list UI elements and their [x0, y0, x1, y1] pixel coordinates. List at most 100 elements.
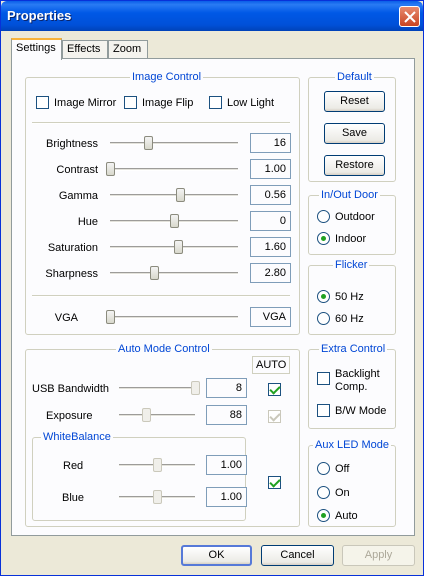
flicker-legend: Flicker — [333, 259, 370, 271]
comp-label: Comp. — [335, 381, 368, 393]
ok-button[interactable]: OK — [181, 545, 252, 566]
slider-thumb[interactable] — [141, 408, 151, 422]
outdoor-label: Outdoor — [335, 211, 375, 223]
brightness-label: Brightness — [46, 138, 98, 150]
auto-header: AUTO — [252, 356, 291, 374]
contrast-value: 1.00 — [250, 159, 291, 179]
inout-door-legend: In/Out Door — [319, 189, 380, 201]
sharpness-slider[interactable] — [106, 263, 242, 283]
slider-thumb[interactable] — [191, 381, 200, 395]
exposure-auto-checkbox[interactable] — [268, 410, 281, 423]
slider-thumb[interactable] — [106, 310, 115, 324]
inout-door-group: In/Out Door Outdoor Indoor — [308, 189, 396, 255]
brightness-slider[interactable] — [106, 133, 242, 153]
auto-mode-group: Auto Mode Control AUTO USB Bandwidth 8 E… — [25, 343, 300, 527]
image-mirror-checkbox[interactable] — [36, 96, 49, 109]
usb-bandwidth-auto-checkbox[interactable] — [268, 383, 281, 396]
saturation-label: Saturation — [47, 242, 98, 254]
backlight-comp-checkbox[interactable] — [317, 372, 330, 385]
usb-bandwidth-slider[interactable] — [115, 378, 200, 398]
restore-button[interactable]: Restore — [324, 155, 385, 176]
slider-thumb[interactable] — [173, 240, 183, 254]
default-legend: Default — [335, 71, 374, 83]
aux-led-legend: Aux LED Mode — [313, 439, 391, 451]
auto-mode-legend: Auto Mode Control — [116, 343, 212, 355]
close-icon — [404, 11, 416, 23]
gamma-label: Gamma — [58, 190, 98, 202]
tab-settings[interactable]: Settings — [11, 38, 62, 60]
save-button[interactable]: Save — [324, 123, 385, 144]
led-off-radio[interactable] — [317, 462, 330, 475]
low-light-checkbox[interactable] — [209, 96, 222, 109]
bw-mode-checkbox[interactable] — [317, 404, 330, 417]
60hz-radio[interactable] — [317, 312, 330, 325]
red-slider[interactable] — [115, 455, 199, 475]
usb-bandwidth-value: 8 — [206, 378, 247, 398]
led-off-label: Off — [335, 463, 350, 475]
indoor-label: Indoor — [335, 233, 367, 245]
extra-control-legend: Extra Control — [319, 343, 388, 355]
gamma-value: 0.56 — [250, 185, 291, 205]
usb-bandwidth-label: USB Bandwidth — [32, 383, 110, 395]
apply-button[interactable]: Apply — [342, 545, 415, 566]
hue-value: 0 — [250, 211, 291, 231]
contrast-slider[interactable] — [106, 159, 242, 179]
window-title: Properties — [7, 8, 72, 23]
title-bar: Properties — [1, 1, 423, 31]
image-flip-label: Image Flip — [142, 97, 194, 109]
vga-value: VGA — [250, 307, 291, 327]
image-control-legend: Image Control — [130, 71, 204, 83]
indoor-radio[interactable] — [317, 232, 330, 245]
red-value: 1.00 — [206, 455, 247, 475]
50hz-radio[interactable] — [317, 290, 330, 303]
close-button[interactable] — [399, 6, 420, 27]
led-auto-radio[interactable] — [317, 509, 330, 522]
led-on-radio[interactable] — [317, 486, 330, 499]
default-group: Default Reset Save Restore — [308, 71, 396, 182]
slider-thumb[interactable] — [153, 458, 162, 472]
tab-zoom[interactable]: Zoom — [108, 40, 148, 59]
slider-thumb[interactable] — [149, 266, 159, 280]
slider-thumb[interactable] — [170, 214, 179, 228]
white-balance-legend: WhiteBalance — [41, 431, 113, 443]
white-balance-auto-checkbox[interactable] — [268, 476, 281, 489]
outdoor-radio[interactable] — [317, 210, 330, 223]
cancel-button[interactable]: Cancel — [261, 545, 334, 566]
backlight-label: Backlight — [335, 368, 380, 380]
exposure-value: 88 — [206, 405, 247, 425]
50hz-label: 50 Hz — [335, 291, 364, 303]
sharpness-label: Sharpness — [45, 268, 98, 280]
gamma-slider[interactable] — [106, 185, 242, 205]
image-mirror-label: Image Mirror — [54, 97, 117, 109]
divider — [32, 122, 290, 124]
hue-label: Hue — [77, 216, 98, 228]
slider-thumb[interactable] — [176, 188, 186, 202]
divider — [32, 295, 290, 297]
sharpness-value: 2.80 — [250, 263, 291, 283]
contrast-label: Contrast — [56, 164, 98, 176]
slider-thumb[interactable] — [153, 490, 162, 504]
hue-slider[interactable] — [106, 211, 242, 231]
blue-slider[interactable] — [115, 487, 199, 507]
blue-value: 1.00 — [206, 487, 247, 507]
vga-slider[interactable] — [106, 307, 242, 327]
exposure-slider[interactable] — [115, 405, 199, 425]
led-on-label: On — [335, 487, 350, 499]
exposure-label: Exposure — [46, 410, 93, 422]
saturation-slider[interactable] — [106, 237, 242, 257]
blue-label: Blue — [62, 492, 85, 504]
low-light-label: Low Light — [227, 97, 275, 109]
tab-effects[interactable]: Effects — [62, 40, 108, 59]
red-label: Red — [63, 460, 84, 472]
led-auto-label: Auto — [335, 510, 358, 522]
60hz-label: 60 Hz — [335, 313, 364, 325]
settings-panel: Image Control Image Mirror Image Flip Lo… — [11, 58, 415, 536]
properties-window: Properties Settings Effects Zoom Image C… — [0, 0, 424, 576]
reset-button[interactable]: Reset — [324, 91, 385, 112]
slider-thumb[interactable] — [144, 136, 154, 150]
image-flip-checkbox[interactable] — [124, 96, 137, 109]
brightness-value: 16 — [250, 133, 291, 153]
slider-thumb[interactable] — [106, 162, 115, 176]
flicker-group: Flicker 50 Hz 60 Hz — [308, 259, 396, 335]
white-balance-group: WhiteBalance Red 1.00 Blue 1.00 — [32, 431, 247, 521]
